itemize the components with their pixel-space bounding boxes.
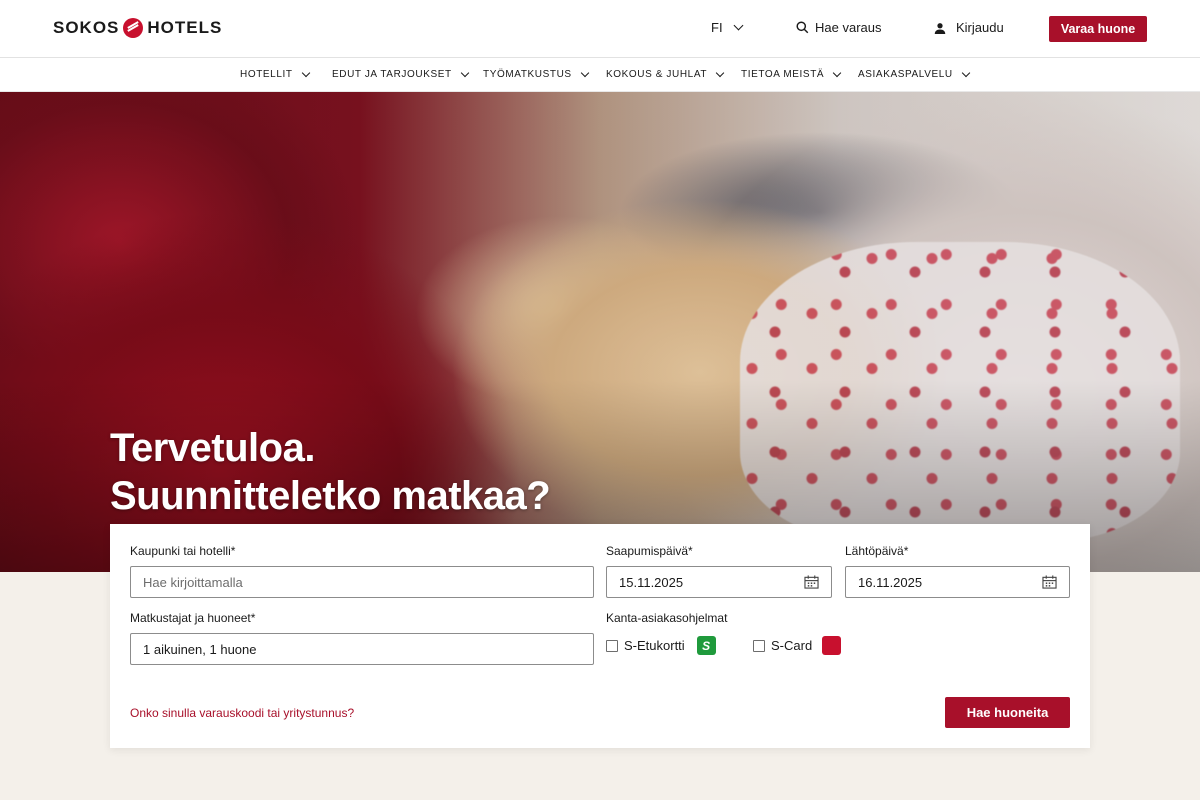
search-booking-label: Hae varaus xyxy=(815,20,882,35)
top-header: SOKOS HOTELS FI Hae varaus Kirjaudu Vara… xyxy=(0,0,1200,58)
chevron-down-icon xyxy=(460,68,469,77)
departure-date-field[interactable]: 16.11.2025 xyxy=(845,566,1070,598)
search-rooms-button[interactable]: Hae huoneita xyxy=(945,697,1070,728)
checkbox-box[interactable] xyxy=(753,639,765,652)
departure-date-value: 16.11.2025 xyxy=(858,574,923,590)
s-etukortti-checkbox[interactable]: S-Etukortti S xyxy=(606,636,716,655)
chevron-down-icon xyxy=(715,68,725,77)
nav-item-label: HOTELLIT xyxy=(240,69,293,80)
s-card-logo-icon xyxy=(822,636,842,655)
nav-item-label: ASIAKASPALVELU xyxy=(858,69,953,80)
nav-item-label: EDUT JA TARJOUKSET xyxy=(332,69,452,80)
search-booking-link[interactable]: Hae varaus xyxy=(796,20,881,35)
language-selector[interactable]: FI xyxy=(711,20,744,35)
guests-rooms-value: 1 aikuinen, 1 huone xyxy=(143,641,257,657)
chevron-down-icon xyxy=(301,68,310,77)
hero-title: Tervetuloa. Suunnitteletko matkaa? xyxy=(110,424,551,520)
nav-item-label: KOKOUS & JUHLAT xyxy=(606,69,708,80)
arrival-date-field[interactable]: 15.11.2025 xyxy=(606,566,832,598)
logo-text-right: HOTELS xyxy=(147,18,223,37)
nav-item-customer-service[interactable]: ASIAKASPALVELU xyxy=(858,68,970,80)
nav-item-label: TIETOA MEISTÄ xyxy=(741,69,825,80)
loyalty-programs-label: Kanta-asiakasohjelmat xyxy=(606,611,728,625)
s-etukortti-logo-icon: S xyxy=(696,636,716,655)
nav-item-meetings[interactable]: KOKOUS & JUHLAT xyxy=(606,68,725,80)
sokos-hotels-logo[interactable]: SOKOS HOTELS xyxy=(53,17,222,39)
arrival-date-value: 15.11.2025 xyxy=(619,574,684,590)
calendar-icon xyxy=(1042,575,1057,589)
departure-date-label: Lähtöpäivä* xyxy=(845,544,909,558)
nav-item-business-travel[interactable]: TYÖMATKUSTUS xyxy=(483,68,589,80)
logo-mark-icon xyxy=(123,18,144,38)
hero-title-line-2: Suunnitteletko matkaa? xyxy=(110,474,551,518)
guests-rooms-field[interactable]: 1 aikuinen, 1 huone xyxy=(130,633,594,665)
hero-title-line-1: Tervetuloa. xyxy=(110,426,315,470)
booking-form: Kaupunki tai hotelli* Saapumispäivä* 15.… xyxy=(110,524,1090,748)
arrival-date-label: Saapumispäivä* xyxy=(606,544,693,558)
s-etukortti-label: S-Etukortti xyxy=(624,638,685,653)
destination-field[interactable] xyxy=(130,566,594,598)
destination-input[interactable] xyxy=(143,574,581,590)
book-room-button[interactable]: Varaa huone xyxy=(1049,16,1147,42)
main-navigation: HOTELLIT EDUT JA TARJOUKSET TYÖMATKUSTUS… xyxy=(0,58,1200,92)
nav-item-label: TYÖMATKUSTUS xyxy=(483,69,572,80)
language-label: FI xyxy=(711,20,723,35)
promo-code-link[interactable]: Onko sinulla varauskoodi tai yritystunnu… xyxy=(130,706,354,720)
search-icon xyxy=(796,21,809,34)
calendar-icon xyxy=(804,575,819,589)
nav-item-hotels[interactable]: HOTELLIT xyxy=(240,68,310,80)
guests-label: Matkustajat ja huoneet* xyxy=(130,611,256,625)
nav-item-offers[interactable]: EDUT JA TARJOUKSET xyxy=(332,68,469,80)
logo-text-left: SOKOS xyxy=(53,18,120,37)
chevron-down-icon xyxy=(580,68,589,77)
login-link[interactable]: Kirjaudu xyxy=(934,20,1004,35)
chevron-down-icon xyxy=(961,68,970,77)
nav-item-about[interactable]: TIETOA MEISTÄ xyxy=(741,68,842,80)
chevron-down-icon xyxy=(733,20,744,31)
checkbox-box[interactable] xyxy=(606,639,618,652)
s-card-checkbox[interactable]: S-Card xyxy=(753,636,842,655)
destination-label: Kaupunki tai hotelli* xyxy=(130,544,236,558)
login-label: Kirjaudu xyxy=(956,20,1004,35)
chevron-down-icon xyxy=(832,68,842,77)
s-card-label: S-Card xyxy=(771,638,813,653)
user-icon xyxy=(934,22,946,34)
